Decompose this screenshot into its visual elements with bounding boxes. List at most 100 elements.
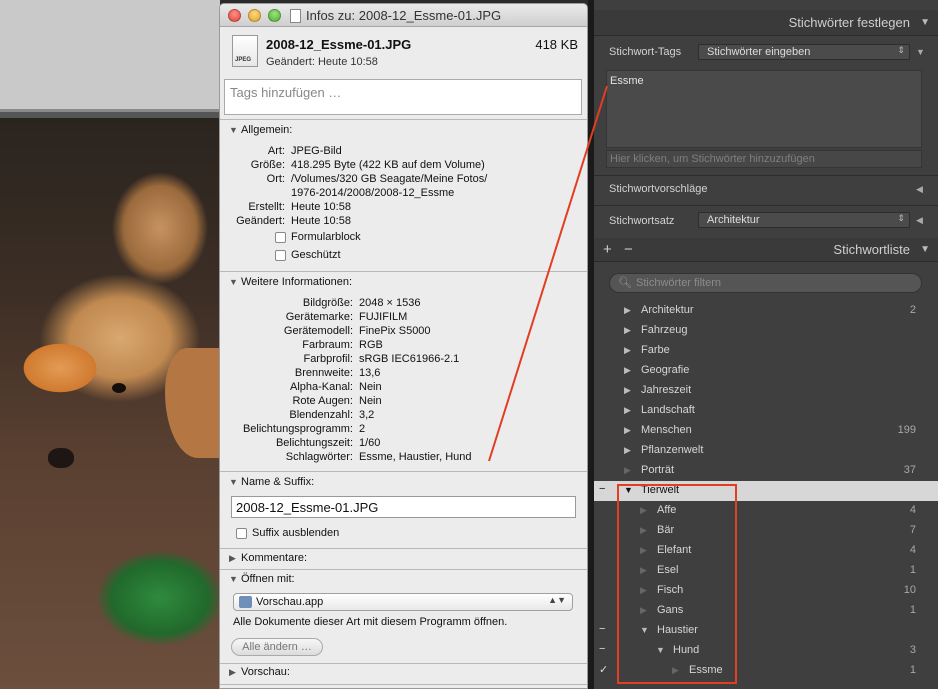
collapse-triangle-icon[interactable]: ▼ — [920, 17, 930, 28]
keyword-row[interactable]: − ▼ Haustier — [594, 621, 938, 641]
collapse-triangle-icon[interactable]: ▼ — [920, 244, 930, 255]
name-field[interactable]: 2008-12_Essme-01.JPG — [231, 496, 576, 518]
disclosure-closed-icon[interactable]: ▶ — [624, 465, 631, 476]
minimize-button[interactable] — [248, 9, 261, 22]
keyword-row[interactable]: ▶ Jahreszeit — [594, 381, 938, 401]
disclosure-closed-icon[interactable]: ▶ — [624, 325, 631, 336]
jpeg-file-icon: JPEG — [232, 35, 258, 67]
keyword-row[interactable]: ▶ Menschen 199 — [594, 421, 938, 441]
section-general-header[interactable]: ▼ Allgemein: — [229, 124, 292, 136]
general-value: /Volumes/320 GB Seagate/Meine Fotos/ — [291, 173, 488, 185]
keyword-list-title: Stichwortliste — [833, 242, 910, 257]
section-more-info-label: Weitere Informationen: — [241, 276, 353, 288]
locked-checkbox[interactable] — [275, 250, 286, 261]
keyword-row[interactable]: ▶ Affe 4 — [594, 501, 938, 521]
disclosure-closed-icon[interactable]: ▶ — [640, 585, 647, 596]
more-info-value: 1/60 — [359, 437, 381, 449]
keyword-row[interactable]: ▶ Architektur 2 — [594, 301, 938, 321]
keywords-textarea[interactable]: Essme — [606, 70, 922, 148]
section-open-with-header[interactable]: ▼ Öffnen mit: — [229, 573, 295, 585]
disclosure-open-icon[interactable]: ▼ — [656, 645, 665, 655]
separator — [220, 119, 587, 120]
disclosure-closed-icon[interactable]: ▶ — [640, 565, 647, 576]
more-info-value: Nein — [359, 395, 382, 407]
keyword-row[interactable]: ▶ Elefant 4 — [594, 541, 938, 561]
disclosure-open-icon[interactable]: ▼ — [229, 477, 241, 487]
title-bar[interactable]: Infos zu: 2008-12_Essme-01.JPG — [220, 4, 587, 27]
collapsed-triangle-icon[interactable]: ◀ — [916, 184, 923, 195]
disclosure-closed-icon[interactable]: ▶ — [640, 545, 647, 556]
hide-suffix-checkbox[interactable] — [236, 528, 247, 539]
remove-keyword-button[interactable]: − — [624, 241, 633, 258]
zoom-button[interactable] — [268, 9, 281, 22]
tags-input[interactable]: Tags hinzufügen … — [224, 79, 582, 115]
section-comments-header[interactable]: ▶ Kommentare: — [229, 552, 307, 564]
change-all-button[interactable]: Alle ändern … — [231, 638, 323, 656]
keyword-minus-icon[interactable]: − — [599, 483, 605, 495]
disclosure-closed-icon[interactable]: ▶ — [229, 667, 241, 678]
keyword-row[interactable]: − ▼ Hund 3 — [594, 641, 938, 661]
section-preview-header[interactable]: ▶ Vorschau: — [229, 666, 290, 678]
more-info-key: Brennweite: — [294, 367, 353, 379]
close-button[interactable] — [228, 9, 241, 22]
keyword-row[interactable]: ▶ Fisch 10 — [594, 581, 938, 601]
disclosure-closed-icon[interactable]: ▶ — [624, 305, 631, 316]
keyword-row[interactable]: ▶ Esel 1 — [594, 561, 938, 581]
keyword-row[interactable]: − ▼ Tierwelt — [594, 481, 938, 501]
more-info-value: 13,6 — [359, 367, 381, 379]
disclosure-closed-icon[interactable]: ▶ — [640, 525, 647, 536]
file-modified: Geändert: Heute 10:58 — [266, 56, 378, 68]
disclosure-closed-icon[interactable]: ▶ — [640, 605, 647, 616]
document-icon — [290, 9, 301, 23]
keyword-filter-input[interactable]: 🔍︎ Stichwörter filtern — [609, 273, 922, 293]
disclosure-open-icon[interactable]: ▼ — [624, 485, 633, 495]
disclosure-closed-icon[interactable]: ▶ — [229, 553, 241, 564]
disclosure-closed-icon[interactable]: ▶ — [624, 365, 631, 376]
keyword-row[interactable]: ✓ ▶ Essme 1 — [594, 661, 938, 681]
more-info-key: Gerätemodell: — [283, 325, 353, 337]
separator — [594, 175, 938, 176]
disclosure-closed-icon[interactable]: ▶ — [624, 405, 631, 416]
section-more-info-header[interactable]: ▼ Weitere Informationen: — [229, 276, 352, 288]
add-keywords-field[interactable]: Hier klicken, um Stichwörter hinzuzufüge… — [606, 150, 922, 168]
disclosure-closed-icon[interactable]: ▶ — [624, 385, 631, 396]
general-key: Erstellt: — [248, 201, 285, 213]
stationery-checkbox[interactable] — [275, 232, 286, 243]
more-info-key: Blendenzahl: — [289, 409, 353, 421]
keyword-row[interactable]: ▶ Landschaft — [594, 401, 938, 421]
disclosure-closed-icon[interactable]: ▶ — [624, 445, 631, 456]
more-info-value: 3,2 — [359, 409, 375, 421]
keyword-tags-select[interactable]: Stichwörter eingeben ⇕ — [698, 44, 910, 60]
keyword-list-panel-header[interactable]: + − Stichwortliste ▼ — [594, 238, 938, 262]
keyword-check-icon[interactable]: ✓ — [599, 663, 608, 676]
keyword-row[interactable]: ▶ Porträt 37 — [594, 461, 938, 481]
disclosure-closed-icon[interactable]: ▶ — [672, 665, 679, 676]
open-with-select[interactable]: Vorschau.app ▲▼ — [233, 593, 573, 611]
add-keyword-button[interactable]: + — [603, 241, 612, 258]
keyword-row[interactable]: ▶ Fahrzeug — [594, 321, 938, 341]
keyword-row[interactable]: ▶ Pflanzenwelt — [594, 441, 938, 461]
keyword-row[interactable]: ▶ Gans 1 — [594, 601, 938, 621]
keyword-minus-icon[interactable]: − — [599, 643, 605, 655]
keyword-row[interactable]: ▶ Geografie — [594, 361, 938, 381]
section-name-header[interactable]: ▼ Name & Suffix: — [229, 476, 314, 488]
keyword-row[interactable]: ▶ Farbe — [594, 341, 938, 361]
disclosure-open-icon[interactable]: ▼ — [229, 125, 241, 135]
disclosure-open-icon[interactable]: ▼ — [640, 625, 649, 635]
keyword-set-select[interactable]: Architektur ⇕ — [698, 212, 910, 228]
disclosure-closed-icon[interactable]: ▶ — [640, 505, 647, 516]
keyword-count: 199 — [897, 424, 916, 436]
collapsed-triangle-icon[interactable]: ◀ — [916, 215, 923, 226]
disclosure-open-icon[interactable]: ▼ — [229, 277, 241, 287]
disclosure-closed-icon[interactable]: ▶ — [624, 425, 631, 436]
general-value: JPEG-Bild — [291, 145, 342, 157]
file-size: 418 KB — [535, 37, 578, 52]
keyword-minus-icon[interactable]: − — [599, 623, 605, 635]
more-info-key: Belichtungszeit: — [275, 437, 353, 449]
suggestions-label[interactable]: Stichwortvorschläge — [609, 183, 707, 195]
keyword-row[interactable]: ▶ Bär 7 — [594, 521, 938, 541]
keywording-panel-header[interactable]: Stichwörter festlegen ▼ — [594, 10, 938, 36]
expand-triangle-icon[interactable]: ▼ — [916, 47, 925, 57]
disclosure-open-icon[interactable]: ▼ — [229, 574, 241, 584]
disclosure-closed-icon[interactable]: ▶ — [624, 345, 631, 356]
